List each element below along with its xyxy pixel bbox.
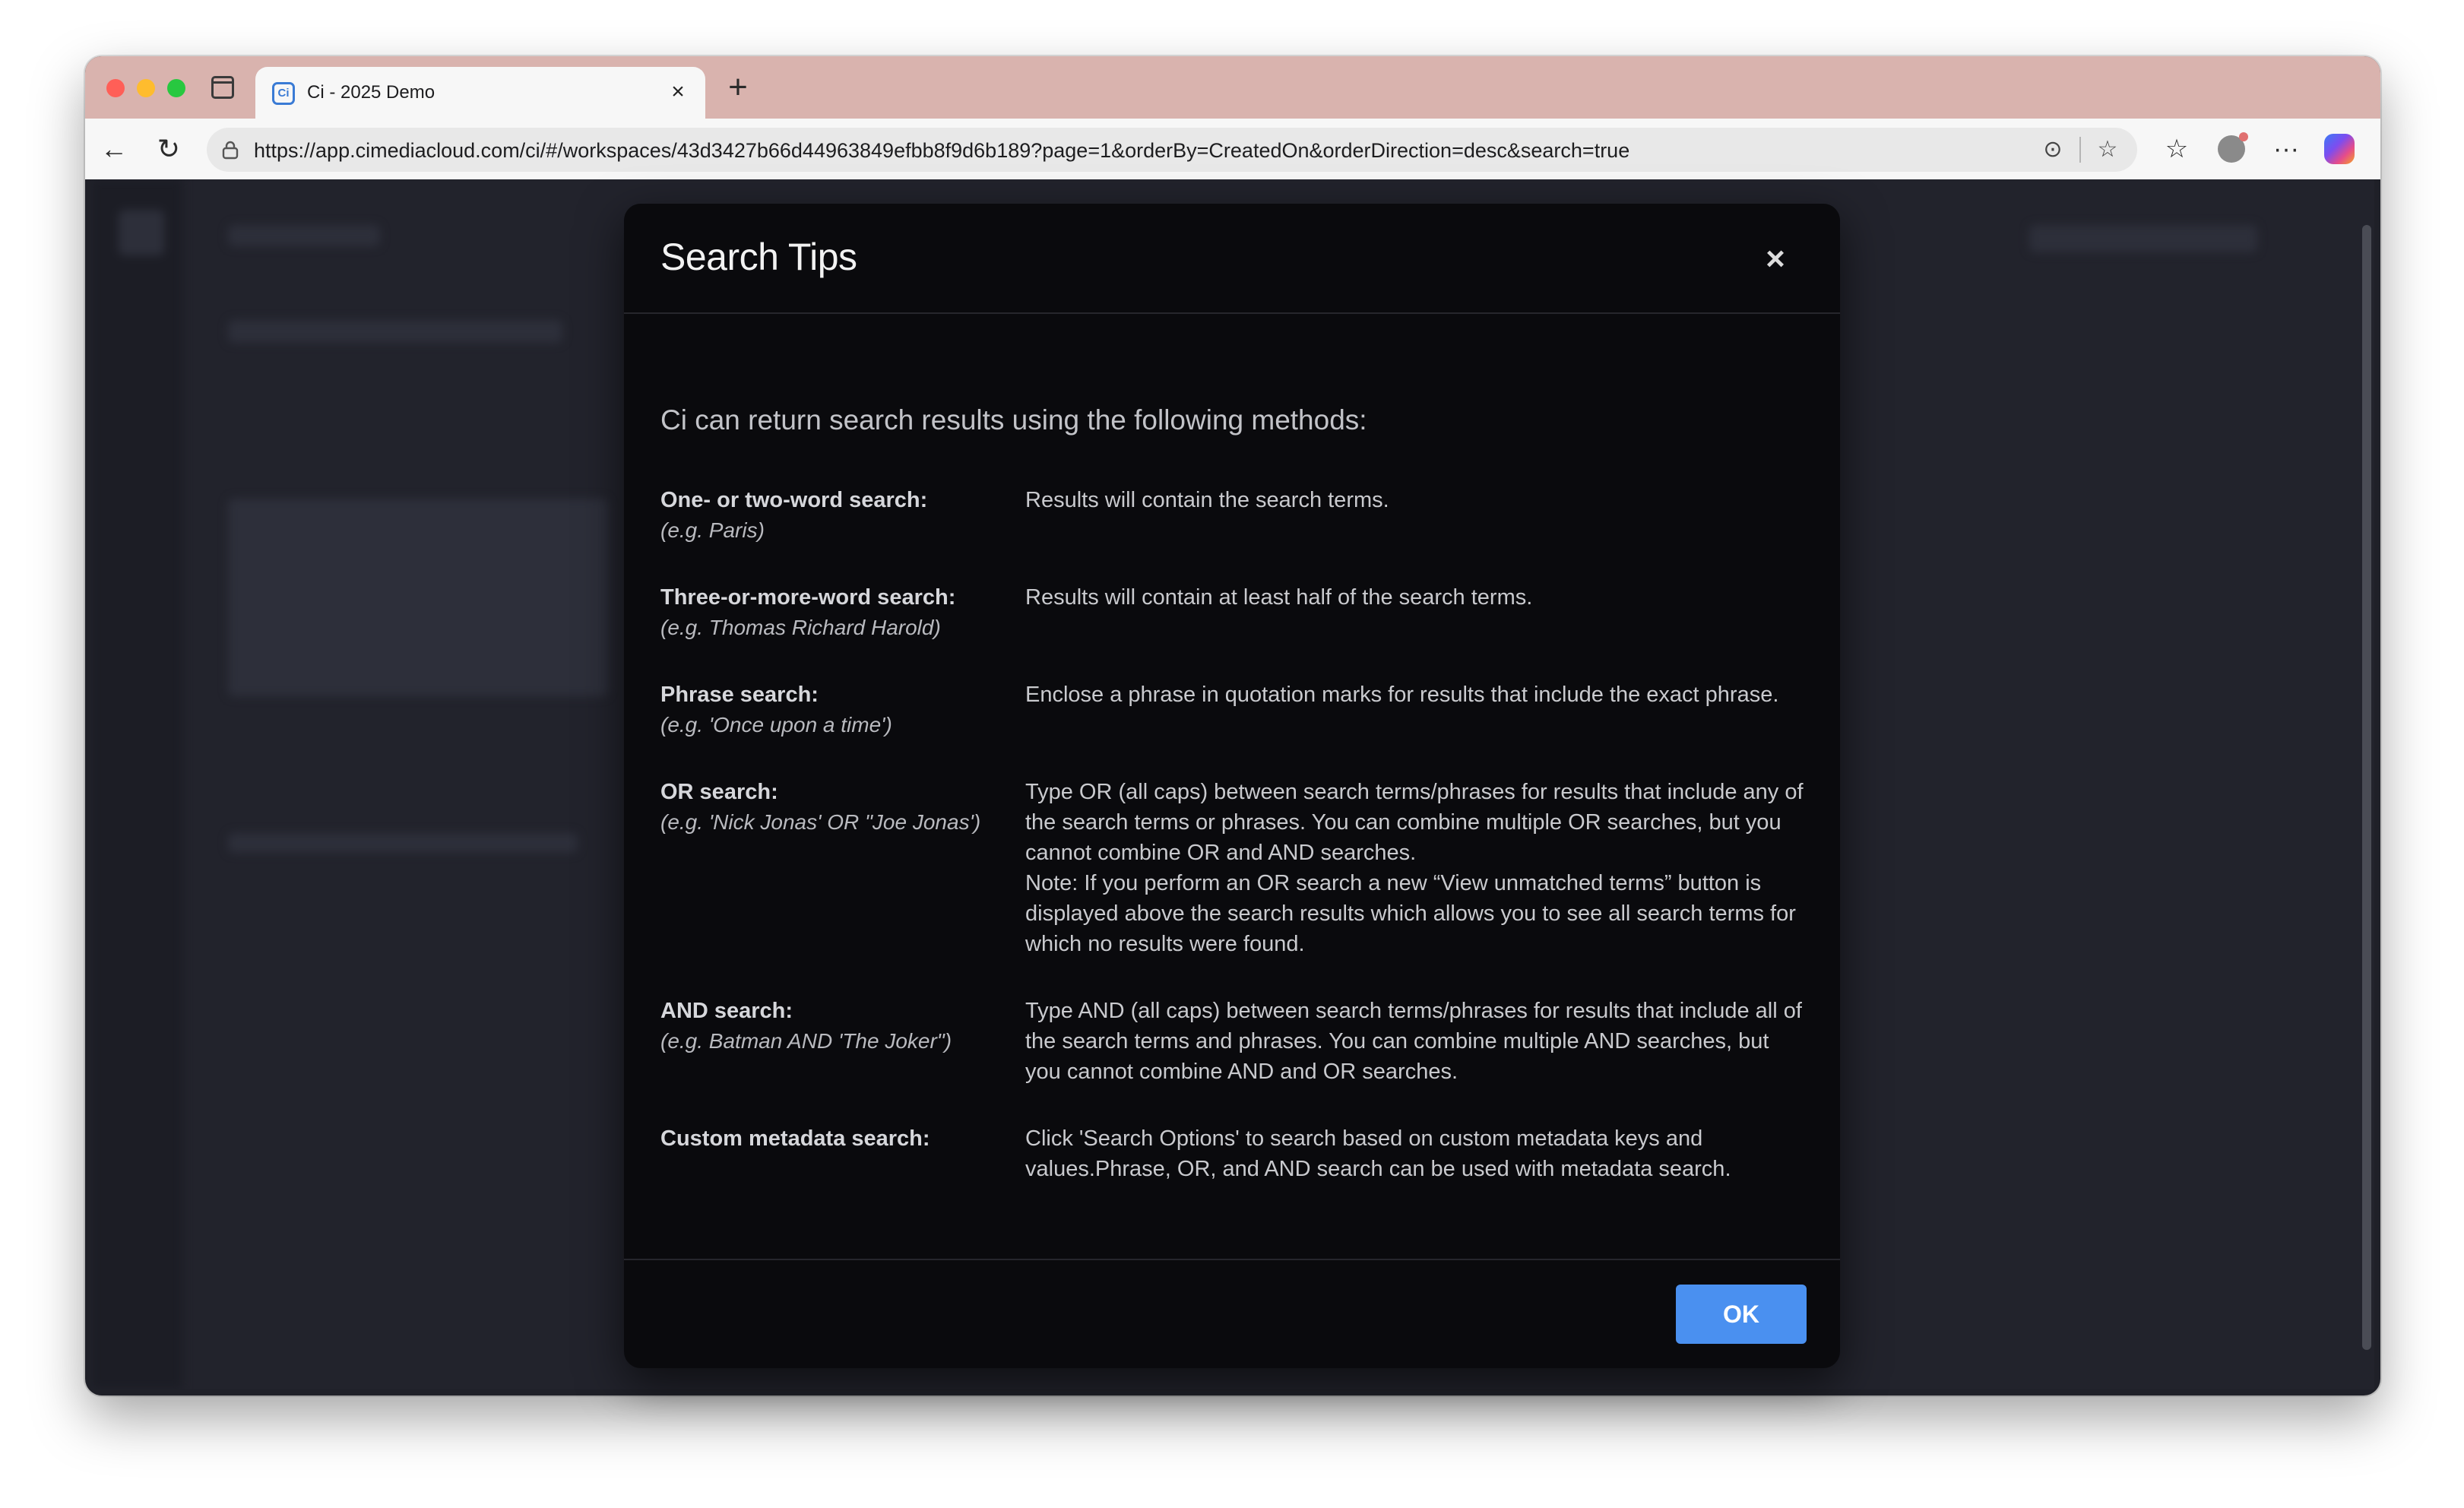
modal-header: Search Tips × [624,204,1840,314]
favorites-icon[interactable]: ☆ [2157,129,2196,169]
profile-status-dot [2239,132,2248,141]
reload-icon[interactable]: ↻ [149,129,188,169]
tip-description: Results will contain the search terms. [1025,488,1389,512]
ok-button[interactable]: OK [1676,1285,1807,1344]
modal-intro-text: Ci can return search results using the f… [660,404,1367,436]
background-heading [228,320,562,343]
new-tab-icon[interactable]: + [719,68,757,106]
tip-label: Phrase search: [660,683,819,707]
copilot-icon[interactable] [2320,129,2359,169]
tip-description: Type OR (all caps) between search terms/… [1025,780,1804,865]
close-icon[interactable]: × [1756,240,1794,278]
tip-row: One- or two-word search: (e.g. Paris) Re… [660,485,1808,546]
background-toolbar [2029,225,2257,252]
reader-mode-icon[interactable]: ⊙ [2038,135,2067,164]
more-options-icon[interactable]: ··· [2266,129,2306,169]
address-bar-divider [2079,137,2081,163]
page-scrollbar[interactable] [2362,225,2371,1350]
sidebar-toggle-icon[interactable] [211,76,234,99]
tip-label: Three-or-more-word search: [660,585,956,610]
close-window-button[interactable] [106,79,125,97]
tip-row: Phrase search: (e.g. 'Once upon a time')… [660,680,1808,740]
tip-note: Note: If you perform an OR search a new … [1025,871,1796,956]
background-line [228,833,578,853]
url-text[interactable]: https://app.cimediacloud.com/ci/#/worksp… [254,138,1629,163]
tip-row: Custom metadata search: Click 'Search Op… [660,1123,1808,1184]
lock-icon[interactable] [220,140,240,160]
copilot-logo [2324,134,2355,164]
tip-label: OR search: [660,780,778,804]
favorite-star-icon[interactable]: ☆ [2093,135,2122,164]
modal-title: Search Tips [660,236,857,278]
modal-footer: OK [624,1259,1840,1368]
ci-favicon-icon: Ci [272,82,295,105]
maximize-window-button[interactable] [167,79,185,97]
search-tips-modal: Search Tips × Ci can return search resul… [624,204,1840,1368]
background-nav-rail [91,179,182,1389]
page-scrollbar-thumb[interactable] [2362,225,2371,1350]
tab-strip: Ci Ci - 2025 Demo × + [85,56,2380,119]
profile-avatar[interactable] [2212,129,2251,169]
minimize-window-button[interactable] [137,79,155,97]
tip-row: Three-or-more-word search: (e.g. Thomas … [660,582,1808,643]
tip-example: (e.g. 'Once upon a time') [660,713,892,737]
back-arrow-icon[interactable]: ← [94,129,134,169]
search-tips-list: One- or two-word search: (e.g. Paris) Re… [660,485,1808,1184]
tab-active[interactable]: Ci Ci - 2025 Demo × [255,67,705,119]
address-bar[interactable]: https://app.cimediacloud.com/ci/#/worksp… [207,128,2137,172]
tip-description: Enclose a phrase in quotation marks for … [1025,683,1779,707]
tip-description: Click 'Search Options' to search based o… [1025,1126,1731,1181]
tab-close-icon[interactable]: × [664,78,692,105]
tip-row: AND search: (e.g. Batman AND 'The Joker"… [660,996,1808,1087]
background-title [228,225,380,246]
tip-label: Custom metadata search: [660,1126,930,1151]
tab-title: Ci - 2025 Demo [307,82,435,103]
browser-toolbar: ← ↻ https://app.cimediacloud.com/ci/#/wo… [85,119,2380,179]
tip-example: (e.g. Paris) [660,518,765,542]
tip-label: AND search: [660,999,793,1023]
background-logo [119,210,164,255]
tip-description: Type AND (all caps) between search terms… [1025,999,1802,1084]
tip-example: (e.g. 'Nick Jonas' OR "Joe Jonas') [660,810,981,834]
tip-label: One- or two-word search: [660,488,928,512]
background-card [228,499,608,696]
tip-example: (e.g. Thomas Richard Harold) [660,616,941,639]
tip-description: Results will contain at least half of th… [1025,585,1533,610]
tip-row: OR search: (e.g. 'Nick Jonas' OR "Joe Jo… [660,777,1808,959]
tip-example: (e.g. Batman AND 'The Joker") [660,1029,952,1053]
